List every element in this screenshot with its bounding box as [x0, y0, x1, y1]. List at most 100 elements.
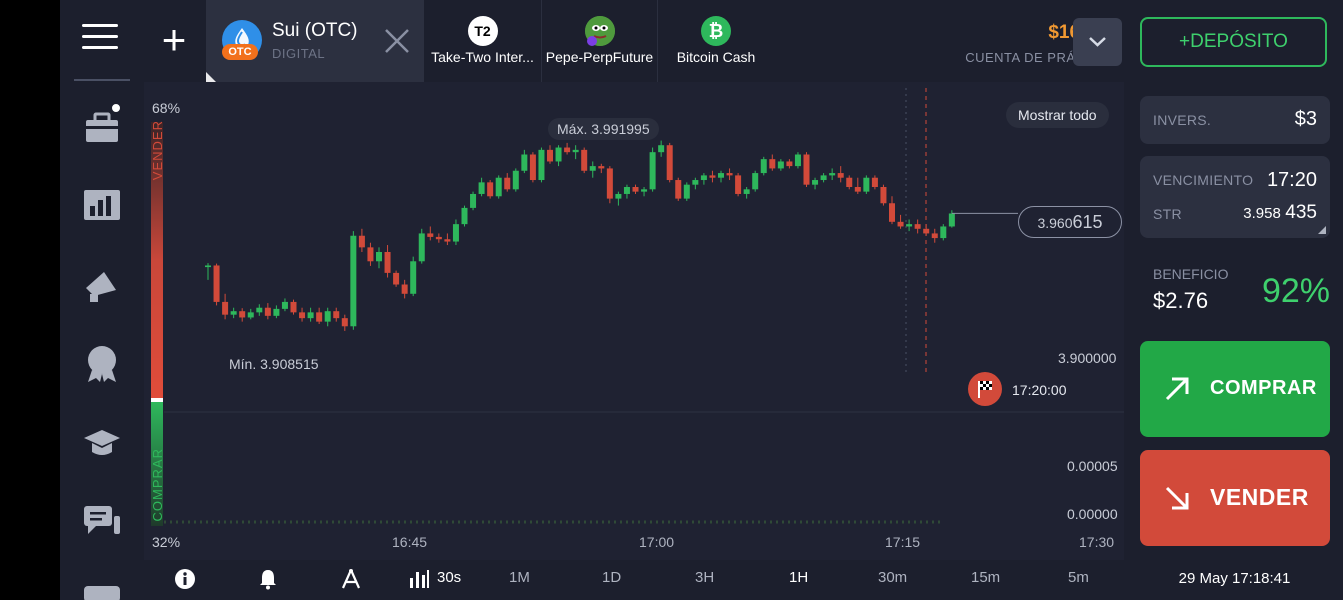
candle-up — [760, 159, 767, 174]
time-axis-label: 17:30 — [1079, 534, 1115, 550]
candle-up — [752, 173, 759, 190]
candle-down — [581, 149, 588, 171]
alert-bell-icon[interactable] — [257, 568, 279, 590]
candle-up — [307, 312, 314, 319]
expand-corner-icon — [1318, 226, 1326, 234]
candle-down — [666, 145, 673, 181]
candle-down — [435, 236, 442, 240]
expiration-field[interactable]: VENCIMIENTO 17:20 STR 3.958 435 — [1140, 156, 1330, 238]
sentiment-sell-label: VENDER — [150, 120, 165, 181]
achievements-medal-icon[interactable] — [82, 344, 122, 384]
drawing-tools-icon[interactable] — [340, 568, 362, 590]
candle-down — [427, 233, 434, 237]
tab-label: Bitcoin Cash — [676, 49, 756, 65]
tab-sui-otc[interactable]: OTC Sui (OTC) DIGITAL — [206, 0, 424, 82]
trading-app: + OTC Sui (OTC) DIGITAL T2 Take-Two Inte… — [60, 0, 1343, 600]
candle-down — [931, 233, 938, 239]
candle-down — [264, 307, 271, 316]
buy-button[interactable]: COMPRAR — [1140, 341, 1330, 437]
candle-up — [948, 213, 955, 227]
candle-up — [658, 145, 665, 153]
current-price-main: 3.960 — [1037, 215, 1073, 231]
close-tab-icon[interactable] — [382, 26, 412, 56]
candle-down — [290, 301, 297, 313]
active-tab-subtitle: DIGITAL — [272, 46, 326, 61]
current-price-tail: 615 — [1072, 212, 1103, 232]
candle-up — [863, 177, 870, 192]
candle-down — [726, 173, 733, 176]
trade-panel: INVERS. $3 VENCIMIENTO 17:20 STR 3.958 4… — [1126, 82, 1343, 600]
candle-down — [564, 147, 571, 153]
candle-down — [358, 235, 365, 248]
candle-up — [461, 207, 468, 225]
candle-up — [641, 189, 648, 192]
timeframe-5m[interactable]: 5m — [1068, 569, 1089, 586]
info-icon[interactable] — [174, 568, 196, 590]
deposit-button[interactable]: +DEPÓSITO — [1140, 17, 1327, 67]
candle-up — [683, 184, 690, 199]
timeframe-30s[interactable]: 30s — [437, 569, 461, 586]
timeframe-3h[interactable]: 3H — [695, 569, 714, 586]
timeframe-15m[interactable]: 15m — [971, 569, 1000, 586]
candle-up — [777, 161, 784, 169]
sell-button[interactable]: VENDER — [1140, 450, 1330, 546]
education-graduation-cap-icon[interactable] — [82, 422, 122, 462]
chat-support-icon[interactable] — [82, 502, 122, 542]
candle-up — [273, 308, 280, 316]
candle-up — [743, 189, 750, 194]
candle-up — [555, 147, 562, 162]
candle-up — [281, 301, 288, 309]
volume-axis-label-bottom: 0.00000 — [1067, 506, 1118, 522]
active-tab-title: Sui (OTC) — [272, 20, 358, 41]
time-axis-label: 16:45 — [392, 534, 428, 550]
expiry-checkered-flag-icon — [968, 372, 1002, 406]
candle-down — [769, 159, 776, 169]
notification-dot — [110, 102, 122, 114]
strike-main: 3.958 — [1243, 205, 1281, 222]
price-chart[interactable]: 68% VENDER COMPRAR 32% Máx. 3.991995 Mín… — [144, 82, 1124, 560]
current-price-tag: 3.960615 — [1018, 206, 1122, 238]
hamburger-menu-icon[interactable] — [82, 24, 118, 58]
timeframe-1h[interactable]: 1H — [789, 569, 808, 586]
timeframe-1m[interactable]: 1M — [509, 569, 530, 586]
candlestick-chart-svg[interactable] — [144, 82, 1124, 560]
candle-up — [350, 235, 357, 327]
candle-down — [299, 312, 306, 319]
arrow-down-right-icon — [1165, 486, 1189, 510]
tab-bitcoin-cash[interactable]: ₿ Bitcoin Cash — [658, 0, 774, 82]
investment-field[interactable]: INVERS. $3 — [1140, 96, 1330, 144]
candle-up — [205, 265, 211, 268]
candle-down — [547, 149, 553, 162]
add-asset-plus-icon[interactable]: + — [156, 19, 192, 62]
candle-up — [538, 149, 545, 181]
candle-up — [820, 175, 827, 181]
max-price-label: Máx. 3.991995 — [548, 118, 659, 140]
top-bar: + OTC Sui (OTC) DIGITAL T2 Take-Two Inte… — [60, 0, 1343, 82]
candle-down — [606, 168, 613, 199]
candle-down — [871, 177, 878, 187]
chart-type-candles-icon[interactable] — [408, 568, 430, 590]
profit-label: BENEFICIO — [1153, 266, 1229, 282]
buy-percentage: 32% — [152, 534, 181, 550]
candle-down — [923, 228, 930, 234]
strike-tail: 435 — [1285, 202, 1317, 223]
candle-up — [649, 152, 656, 190]
show-all-button[interactable]: Mostrar todo — [1006, 102, 1109, 128]
sentiment-divider — [151, 398, 163, 402]
analytics-chart-icon[interactable] — [82, 184, 122, 224]
candle-up — [572, 149, 579, 153]
tab-pepe-perpfuture[interactable]: Pepe-PerpFuture — [542, 0, 658, 82]
more-options-icon[interactable] — [82, 582, 122, 600]
strike-value: 3.958 435 — [1243, 202, 1317, 224]
timeframe-1d[interactable]: 1D — [602, 569, 621, 586]
tab-take-two[interactable]: T2 Take-Two Inter... — [424, 0, 542, 82]
candle-down — [880, 187, 887, 204]
sell-label: VENDER — [1210, 484, 1309, 510]
account-dropdown-button[interactable] — [1073, 18, 1122, 66]
timeframe-30m[interactable]: 30m — [878, 569, 907, 586]
candle-down — [598, 166, 605, 169]
candle-up — [692, 180, 699, 185]
signals-megaphone-icon[interactable] — [82, 266, 122, 306]
candle-down — [487, 182, 494, 197]
tab-corner-marker — [206, 72, 216, 82]
